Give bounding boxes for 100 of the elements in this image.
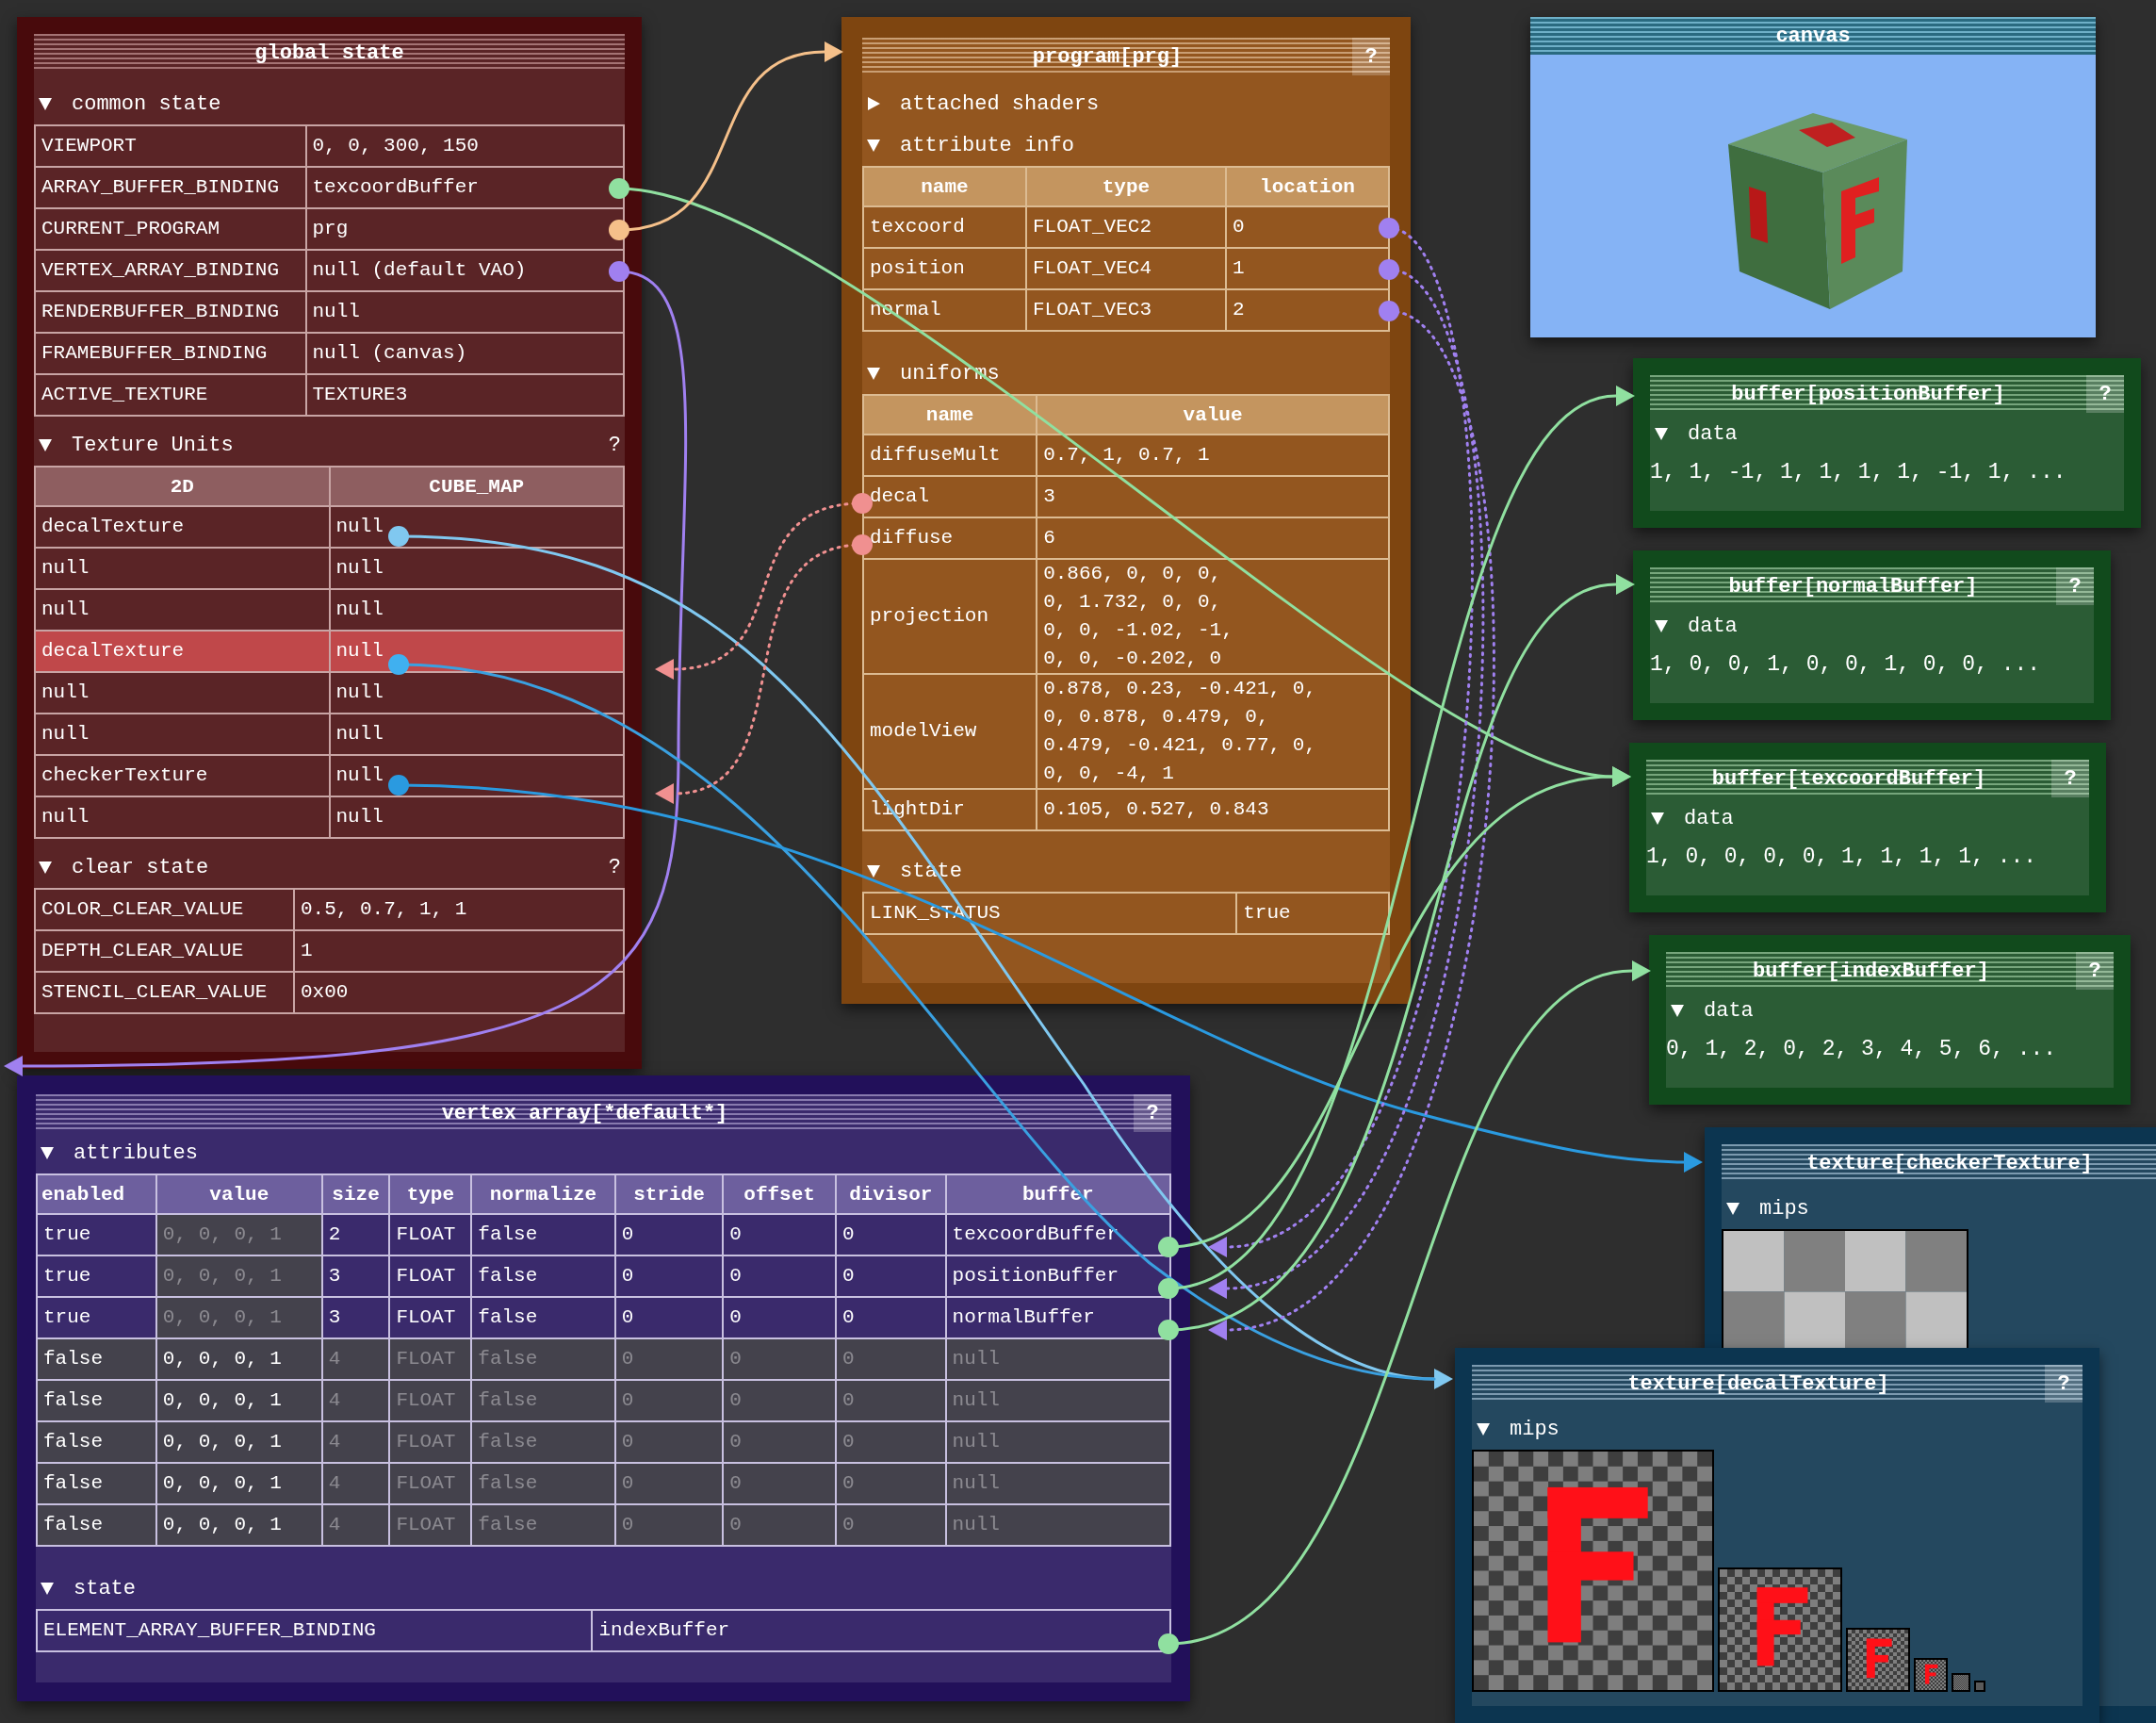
- help-button[interactable]: ?: [2051, 760, 2089, 797]
- table-cell: FLOAT: [389, 1255, 472, 1297]
- table-cell: texcoord: [863, 206, 1026, 248]
- section-toggle[interactable]: data: [1650, 421, 1741, 446]
- table-cell: null: [35, 672, 330, 714]
- port-dot[interactable]: [852, 534, 873, 555]
- section-toggle[interactable]: data: [1666, 998, 1757, 1023]
- texture-unit-row[interactable]: null null: [35, 714, 624, 755]
- table-cell: modelView: [863, 674, 1037, 789]
- panel-title-bar[interactable]: buffer[positionBuffer] ?: [1650, 375, 2124, 413]
- section-toggle[interactable]: attached shaders: [862, 91, 1103, 116]
- table-cell: 0: [835, 1214, 946, 1255]
- port-dot[interactable]: [609, 220, 629, 240]
- table-cell: FLOAT_VEC3: [1025, 289, 1226, 331]
- panel-title-bar[interactable]: program[prg] ?: [862, 38, 1390, 75]
- port-dot[interactable]: [1379, 218, 1399, 238]
- port-dot[interactable]: [609, 178, 629, 199]
- help-button[interactable]: ?: [604, 855, 625, 879]
- port-dot[interactable]: [1158, 1320, 1179, 1340]
- column-header: buffer: [945, 1174, 1170, 1214]
- panel-title-bar[interactable]: buffer[indexBuffer] ?: [1666, 952, 2114, 990]
- table-cell: CURRENT_PROGRAM: [35, 208, 306, 250]
- table-cell: 0: [723, 1214, 836, 1255]
- table-cell: false: [471, 1338, 615, 1380]
- panel-title: buffer[indexBuffer]: [1753, 959, 1989, 983]
- table-cell: decalTexture: [35, 506, 330, 548]
- section-toggle[interactable]: state: [36, 1576, 139, 1600]
- help-button[interactable]: ?: [604, 433, 625, 457]
- port-dot[interactable]: [1379, 301, 1399, 321]
- table-cell: 0: [723, 1504, 836, 1546]
- section-toggle[interactable]: data: [1646, 806, 1738, 830]
- table-cell: diffuseMult: [863, 435, 1037, 476]
- table-cell: TEXTURE3: [305, 374, 624, 416]
- panel-title-bar[interactable]: buffer[texcoordBuffer] ?: [1646, 760, 2089, 797]
- texture-unit-row[interactable]: null null: [35, 548, 624, 589]
- table-cell: 0.866, 0, 0, 0, 0, 1.732, 0, 0, 0, 0, -1.02, -1, 0, 0, -0.202, 0: [1037, 559, 1389, 674]
- help-button[interactable]: ?: [2076, 952, 2114, 990]
- port-dot[interactable]: [388, 526, 409, 547]
- section-toggle[interactable]: attributes: [36, 1140, 203, 1165]
- table-cell: null (canvas): [305, 333, 624, 374]
- table-cell: 0, 0, 0, 1: [155, 1338, 322, 1380]
- table-cell: null: [329, 548, 624, 589]
- table-cell: false: [471, 1255, 615, 1297]
- texture-unit-row[interactable]: null null: [35, 672, 624, 714]
- section-toggle[interactable]: attribute info: [862, 133, 1078, 157]
- table-cell: 0.7, 1, 0.7, 1: [1037, 435, 1389, 476]
- help-button[interactable]: ?: [2045, 1365, 2082, 1403]
- panel-title-bar[interactable]: buffer[normalBuffer] ?: [1650, 567, 2094, 605]
- panel-title-bar[interactable]: texture[decalTexture] ?: [1472, 1365, 2082, 1403]
- help-button[interactable]: ?: [2086, 375, 2124, 413]
- port-dot[interactable]: [852, 493, 873, 514]
- help-button[interactable]: ?: [1134, 1094, 1171, 1132]
- panel-title-bar[interactable]: vertex array[*default*] ?: [36, 1094, 1171, 1132]
- panel-title-bar[interactable]: global state: [34, 34, 625, 72]
- port-dot[interactable]: [1158, 1633, 1179, 1654]
- section-toggle[interactable]: mips: [1472, 1417, 1563, 1441]
- port-dot[interactable]: [1158, 1278, 1179, 1299]
- table-cell: FLOAT: [389, 1338, 472, 1380]
- section-toggle[interactable]: clear state: [34, 855, 213, 879]
- table-cell: false: [471, 1380, 615, 1421]
- port-dot[interactable]: [1158, 1237, 1179, 1257]
- port-dot[interactable]: [609, 261, 629, 282]
- table-cell: false: [37, 1421, 156, 1463]
- table-cell: 0, 0, 0, 1: [155, 1504, 322, 1546]
- table-cell: false: [471, 1214, 615, 1255]
- table-cell: 0: [835, 1338, 946, 1380]
- texture-unit-row[interactable]: decalTexture null: [35, 631, 624, 672]
- help-button[interactable]: ?: [2056, 567, 2094, 605]
- section-toggle[interactable]: data: [1650, 614, 1741, 638]
- section-toggle[interactable]: mips: [1722, 1196, 1813, 1221]
- panel-title-bar[interactable]: texture[checkerTexture]: [1722, 1144, 2156, 1182]
- table-cell: 0: [614, 1504, 724, 1546]
- table-cell: 0: [614, 1338, 724, 1380]
- panel-title-bar[interactable]: canvas: [1530, 17, 2096, 55]
- table-cell: 0: [723, 1380, 836, 1421]
- column-header: divisor: [835, 1174, 946, 1214]
- port-dot[interactable]: [1379, 259, 1399, 280]
- table-cell: FLOAT: [389, 1421, 472, 1463]
- panel-title: texture[decalTexture]: [1627, 1371, 1889, 1396]
- section-toggle[interactable]: common state: [34, 91, 225, 116]
- table-cell: FRAMEBUFFER_BINDING: [35, 333, 306, 374]
- table-cell: null: [945, 1421, 1170, 1463]
- buffer-data: 0, 1, 2, 0, 2, 3, 4, 5, 6, ...: [1666, 1036, 2058, 1063]
- port-dot[interactable]: [388, 654, 409, 675]
- help-button[interactable]: ?: [1352, 38, 1390, 75]
- table-cell: 0, 0, 0, 1: [155, 1214, 322, 1255]
- table-cell: null: [35, 796, 330, 838]
- table-cell: 0: [723, 1421, 836, 1463]
- table-cell: false: [37, 1380, 156, 1421]
- table-cell: indexBuffer: [592, 1610, 1170, 1651]
- texture-unit-row[interactable]: null null: [35, 796, 624, 838]
- table-cell: 3: [321, 1255, 390, 1297]
- table-cell: 3: [1037, 476, 1389, 517]
- table-cell: FLOAT: [389, 1380, 472, 1421]
- table-cell: 0: [835, 1463, 946, 1504]
- table-cell: 0: [614, 1421, 724, 1463]
- section-toggle[interactable]: Texture Units: [34, 433, 237, 457]
- port-dot[interactable]: [388, 775, 409, 796]
- table-cell: STENCIL_CLEAR_VALUE: [35, 972, 294, 1013]
- table-cell: FLOAT_VEC4: [1025, 248, 1226, 289]
